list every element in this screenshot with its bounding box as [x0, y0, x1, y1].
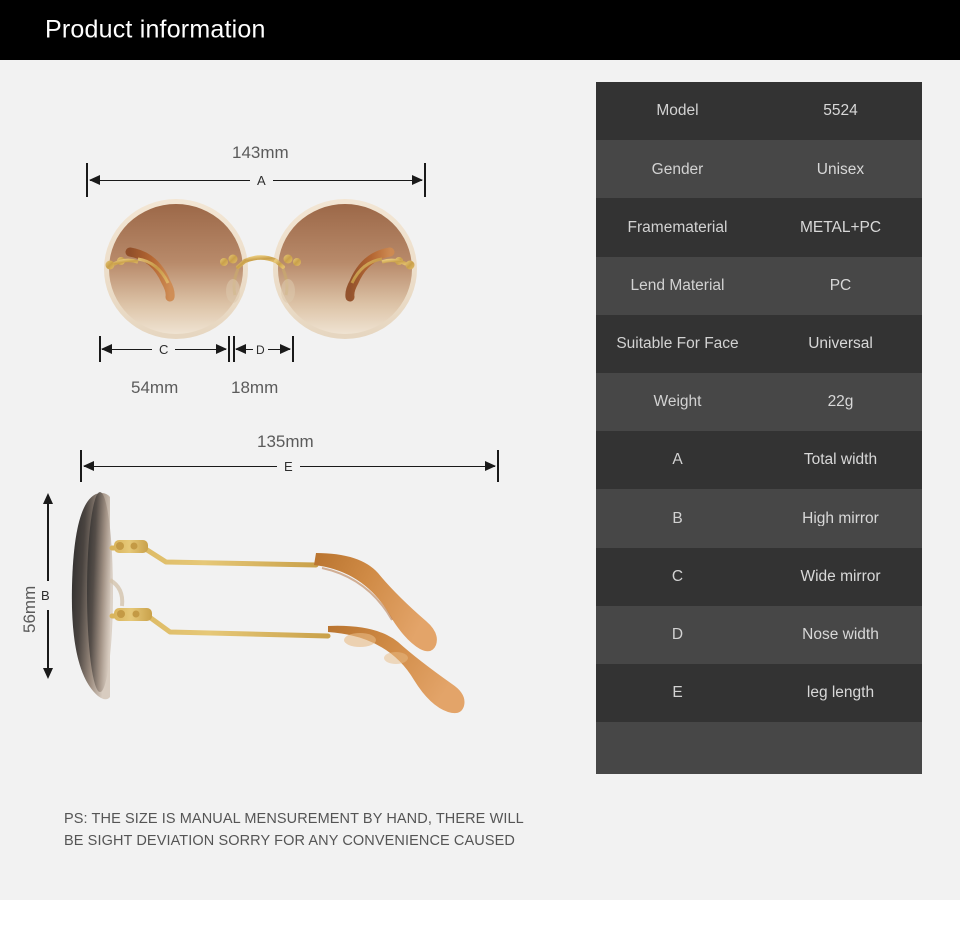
dimension-b-arrow-up	[43, 493, 53, 504]
dimension-c-tick-right	[228, 336, 230, 362]
spec-value: Universal	[808, 336, 873, 352]
dimension-e-arrow-right	[485, 461, 496, 471]
table-row: Framematerial METAL+PC	[596, 198, 922, 257]
table-row: D Nose width	[596, 605, 922, 664]
dimension-d-arrow-right	[280, 344, 291, 354]
spec-label: E	[672, 685, 683, 701]
dimension-d-arrow-left	[235, 344, 246, 354]
table-row: Suitable For Face Universal	[596, 314, 922, 373]
table-row-empty	[596, 722, 922, 775]
measurement-note-line-1: PS: THE SIZE IS MANUAL MENSUREMENT BY HA…	[64, 811, 524, 827]
spec-value: Wide mirror	[800, 568, 881, 585]
dimension-e-tick-left	[80, 450, 82, 482]
table-row: Gender Unisex	[596, 140, 922, 199]
header-bar: Product information	[0, 0, 960, 60]
spec-label: A	[672, 452, 683, 468]
dimension-e-arrow-left	[83, 461, 94, 471]
spec-value: PC	[829, 277, 852, 294]
measurement-note: PS: THE SIZE IS MANUAL MENSUREMENT BY HA…	[64, 808, 534, 853]
spec-label: Model	[656, 103, 699, 119]
table-row: Lend Material PC	[596, 256, 922, 315]
table-row: E leg length	[596, 663, 922, 723]
dimension-b-letter: B	[41, 581, 50, 610]
table-row: Weight 22g	[596, 372, 922, 432]
spec-value: leg length	[806, 685, 875, 701]
spec-value: 5524	[823, 103, 858, 119]
spec-value: Nose width	[802, 627, 879, 643]
dimension-d-letter: D	[253, 343, 268, 357]
dimension-b-value: 56mm	[20, 585, 39, 633]
dimension-b-arrow-down	[43, 668, 53, 679]
spec-value: Unisex	[816, 161, 865, 178]
dimension-d-value: 18mm	[231, 378, 279, 397]
table-row: Model 5524	[596, 82, 922, 141]
sunglasses-side-view	[60, 480, 520, 714]
spec-label: Framematerial	[627, 219, 728, 236]
table-row: B High mirror	[596, 489, 922, 548]
spec-label: Lend Material	[630, 277, 725, 294]
size-diagram: 143mm A C 54mm D 18mm 135mm E B 56mm PS:…	[0, 60, 596, 900]
dimension-a-tick-left	[86, 163, 88, 197]
dimension-e-letter: E	[277, 459, 300, 474]
dimension-d-tick-right	[292, 336, 294, 362]
spec-value: 22g	[827, 394, 854, 410]
spec-label: Weight	[653, 394, 702, 410]
dimension-a-arrow-right	[412, 175, 423, 185]
sunglasses-front-view	[88, 195, 433, 343]
spec-label: B	[672, 510, 683, 527]
spec-label: Suitable For Face	[616, 336, 739, 352]
dimension-a-arrow-left	[89, 175, 100, 185]
dimension-c-arrow-right	[216, 344, 227, 354]
spec-label: Gender	[651, 161, 704, 178]
page-title: Product information	[45, 15, 266, 44]
specification-table: Model 5524 Gender Unisex Framematerial M…	[596, 82, 922, 775]
dimension-a-value: 143mm	[232, 143, 289, 162]
dimension-a-letter: A	[250, 173, 273, 188]
dimension-e-tick-right	[497, 450, 499, 482]
measurement-note-line-2: BE SIGHT DEVIATION SORRY FOR ANY CONVENI…	[64, 833, 515, 850]
spec-label: C	[671, 568, 684, 585]
dimension-e-value: 135mm	[257, 432, 314, 451]
table-row: A Total width	[596, 431, 922, 490]
table-row: C Wide mirror	[596, 547, 922, 606]
spec-label: D	[671, 627, 684, 643]
dimension-c-value: 54mm	[131, 378, 179, 397]
dimension-a-tick-right	[424, 163, 426, 197]
dimension-c-arrow-left	[101, 344, 112, 354]
spec-value: Total width	[803, 452, 878, 468]
spec-value: METAL+PC	[799, 219, 882, 236]
spec-value: High mirror	[802, 510, 879, 527]
product-information-page: Product information 143mm A C 54mm D 18m…	[0, 0, 960, 932]
dimension-c-letter: C	[152, 342, 176, 357]
